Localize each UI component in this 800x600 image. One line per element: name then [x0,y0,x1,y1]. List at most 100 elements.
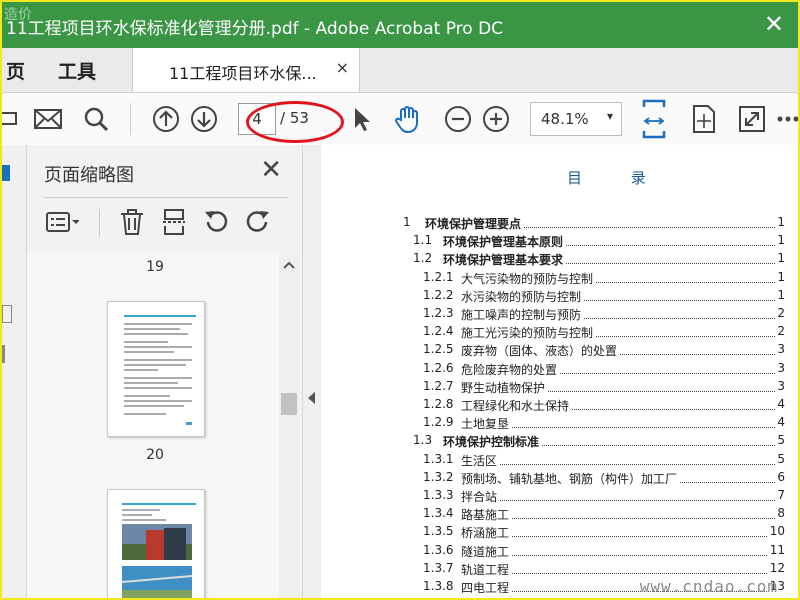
fullscreen-icon[interactable] [734,101,770,137]
toc-entry-text: 拌合站 [461,488,500,505]
toc-entry[interactable]: 1 环境保护管理要点 1 [403,215,785,233]
toc-entry[interactable]: 1.1 环境保护管理基本原则 1 [403,233,785,251]
panel-divider [43,197,289,198]
toc-entry-text: 环境保护管理基本要求 [443,251,566,269]
toc-entry-number: 1.3.2 [423,469,454,484]
mail-icon[interactable] [30,101,66,137]
toc-entry[interactable]: 1.2.7 野生动植物保护 3 [403,378,785,397]
more-icon[interactable] [770,101,798,137]
toc-entry[interactable]: 1.2.3 施工噪声的控制与预防 2 [403,306,785,324]
highlight-ellipse [246,101,344,143]
toc-entry-page: 1 [775,287,785,302]
toc-entry[interactable]: 1.3.3 拌合站 7 [403,488,785,506]
search-icon[interactable] [78,101,114,137]
toc-entry-page: 5 [775,451,785,466]
panel-splitter[interactable] [302,145,322,598]
thumbnail-panel: 页面缩略图 ✕ 19 20 [27,145,302,598]
site-watermark: www.cndao.com [639,577,778,596]
toc-entry-number: 1.1 [413,233,433,248]
toc-entry-number: 1.2.2 [423,287,454,302]
extract-icon[interactable] [157,205,191,239]
print-icon[interactable] [2,101,24,137]
toc-entry-text: 危险废弃物的处置 [461,360,560,378]
delete-icon[interactable] [115,205,149,239]
collapse-arrow-icon[interactable] [303,388,321,408]
toc-entry-page: 3 [775,360,785,375]
left-navigation-rail [2,145,27,598]
toc-entry-text: 环境保护管理要点 [425,215,524,232]
toc-entry-page: 1 [775,233,785,248]
document-tab-close-button[interactable]: × [336,58,349,77]
toc-entry-page: 2 [775,324,785,339]
rotate-right-icon[interactable] [241,205,275,239]
toc-entry[interactable]: 1.3.6 隧道施工 11 [403,542,785,561]
chevron-down-icon: ▾ [606,109,613,123]
toc-entry-number: 1.3.3 [423,488,454,502]
panel-close-button[interactable]: ✕ [260,155,282,185]
scrollbar-thumb[interactable] [281,393,297,415]
hand-icon[interactable] [390,101,426,137]
page-up-icon[interactable] [148,101,184,137]
menu-item-tools[interactable]: 工具 [58,57,96,84]
thumbnail-page-20[interactable] [107,489,205,598]
toc-entry-number: 1.2.1 [423,269,454,284]
toc-entry-number: 1.2.9 [423,415,454,430]
attachments-nav-icon[interactable] [2,305,12,323]
toc-entry-text: 施工噪声的控制与预防 [461,306,584,323]
toc-entry[interactable]: 1.2.1 大气污染物的预防与控制 1 [403,269,785,288]
toc-entry[interactable]: 1.2.8 工程绿化和水土保持 4 [403,397,785,415]
rotate-page-icon[interactable] [686,101,722,137]
zoom-select[interactable]: 48.1% ▾ [530,102,622,136]
toc-entry[interactable]: 1.2.5 废弃物（固体、液态）的处置 3 [403,342,785,360]
thumbnail-list: 19 20 [27,251,282,598]
select-cursor-icon[interactable] [344,101,380,137]
toc-entry-page: 1 [775,215,785,229]
toc-entry-number: 1 [403,215,411,229]
toc-entry-number: 1.2.5 [423,342,454,357]
toc-entry-text: 环境保护控制标准 [443,433,542,451]
toc-entry[interactable]: 1.2 环境保护管理基本要求 1 [403,251,785,269]
zoom-in-icon[interactable] [478,101,514,137]
thumbnails-nav-icon[interactable] [2,165,10,181]
menu-item-home[interactable]: 页 [6,57,25,84]
layers-nav-icon[interactable] [2,345,5,363]
toc-entry-text: 隧道施工 [461,542,512,560]
toc-entry[interactable]: 1.3.1 生活区 5 [403,451,785,470]
thumbnail-options-icon[interactable] [45,205,79,239]
toc-entry[interactable]: 1.3.5 桥涵施工 10 [403,524,785,542]
toc-entry[interactable]: 1.2.4 施工光污染的预防与控制 2 [403,324,785,342]
toc-entry-text: 环境保护管理基本原则 [443,233,566,251]
toc-entry[interactable]: 1.2.6 危险废弃物的处置 3 [403,360,785,379]
toc-leader-dots [461,500,785,501]
scroll-up-icon[interactable] [279,255,299,275]
toc-entry-text: 施工光污染的预防与控制 [461,324,596,342]
toc-entry-page: 3 [775,378,785,393]
fit-page-icon[interactable] [636,97,672,141]
document-view[interactable]: 目 录 1 环境保护管理要点 1 1.1 环境保护管理基本原则 1 1.2 环境保护管理基本要… [321,145,798,598]
toc-entry[interactable]: 1.3 环境保护控制标准 5 [403,433,785,451]
toc-entry-text: 四电工程 [461,579,512,596]
toc-entry-number: 1.2.4 [423,324,454,339]
toc-entry[interactable]: 1.3.4 路基施工 8 [403,506,785,524]
rotate-left-icon[interactable] [199,205,233,239]
toc-title: 目 录 [567,169,668,187]
toc-entry[interactable]: 1.2.9 土地复垦 4 [403,415,785,433]
toc-entry-text: 废弃物（固体、液态）的处置 [461,342,620,360]
window-close-button[interactable]: ✕ [764,10,784,38]
page-down-icon[interactable] [186,101,222,137]
main-toolbar: 4 / 53 48.1% ▾ [2,93,798,146]
thumbnail-page-19[interactable] [107,301,205,437]
title-bar: 造价 11工程项目环水保标准化管理分册.pdf - Adobe Acrobat … [2,2,798,48]
app-window: 造价 11工程项目环水保标准化管理分册.pdf - Adobe Acrobat … [0,0,800,600]
toc-entry[interactable]: 1.3.2 预制场、铺轨基地、钢筋（构件）加工厂 6 [403,469,785,488]
toc-entry-number: 1.3.6 [423,542,454,557]
menu-bar: 页 工具 11工程项目环水保... × [2,48,798,93]
thumbnail-page-number: 20 [146,447,164,463]
zoom-out-icon[interactable] [440,101,476,137]
toc-entry-page: 2 [775,306,785,320]
toc-entry-number: 1.3.8 [423,579,454,593]
document-tab[interactable]: 11工程项目环水保... × [132,48,360,92]
toc-entry[interactable]: 1.2.2 水污染物的预防与控制 1 [403,287,785,306]
toc-entry-number: 1.3 [413,433,433,448]
thumbnail-scrollbar[interactable] [279,255,299,598]
